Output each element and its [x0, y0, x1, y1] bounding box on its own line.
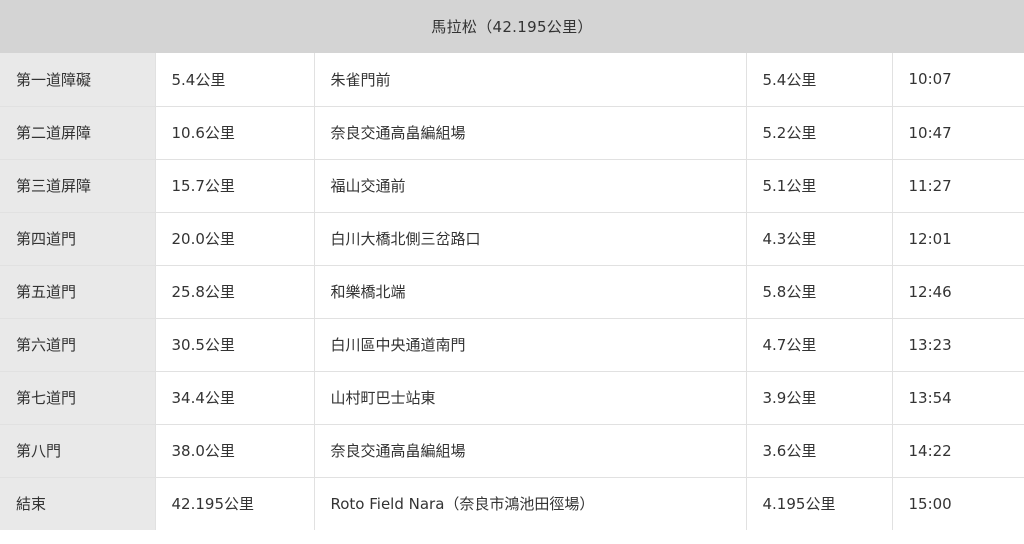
segment-distance: 4.195公里 — [745, 477, 892, 530]
closing-time: 13:54 — [891, 371, 1024, 425]
checkpoint-label: 第七道門 — [0, 371, 155, 425]
page: 馬拉松（42.195公里） 第一道障礙 5.4公里 朱雀門前 5.4公里 10:… — [0, 0, 1024, 544]
cumulative-distance: 25.8公里 — [154, 265, 314, 319]
checkpoint-location: 白川大橋北側三岔路口 — [313, 212, 746, 266]
cumulative-distance: 30.5公里 — [154, 318, 314, 372]
closing-time: 11:27 — [891, 159, 1024, 213]
cumulative-distance: 42.195公里 — [154, 477, 314, 530]
segment-distance: 3.9公里 — [745, 371, 892, 425]
checkpoint-location: 奈良交通高畠編組場 — [313, 106, 746, 160]
checkpoint-location: 朱雀門前 — [313, 53, 746, 107]
closing-time: 10:47 — [891, 106, 1024, 160]
segment-distance: 4.3公里 — [745, 212, 892, 266]
segment-distance: 5.1公里 — [745, 159, 892, 213]
checkpoint-location: Roto Field Nara（奈良市鴻池田徑場） — [313, 477, 746, 530]
checkpoint-location: 奈良交通高畠編組場 — [313, 424, 746, 478]
segment-distance: 5.8公里 — [745, 265, 892, 319]
table-title-text: 馬拉松（42.195公里） — [431, 18, 593, 36]
table-row: 結束 42.195公里 Roto Field Nara（奈良市鴻池田徑場） 4.… — [0, 477, 1024, 530]
checkpoint-label: 第二道屏障 — [0, 106, 155, 160]
closing-time: 12:46 — [891, 265, 1024, 319]
table-row: 第三道屏障 15.7公里 福山交通前 5.1公里 11:27 — [0, 159, 1024, 213]
checkpoint-label: 結束 — [0, 477, 155, 530]
checkpoint-label: 第三道屏障 — [0, 159, 155, 213]
checkpoint-location: 福山交通前 — [313, 159, 746, 213]
checkpoint-location: 山村町巴士站東 — [313, 371, 746, 425]
segment-distance: 4.7公里 — [745, 318, 892, 372]
closing-time: 12:01 — [891, 212, 1024, 266]
table-row: 第七道門 34.4公里 山村町巴士站東 3.9公里 13:54 — [0, 371, 1024, 425]
segment-distance: 3.6公里 — [745, 424, 892, 478]
checkpoint-location: 和樂橋北端 — [313, 265, 746, 319]
table-row: 第六道門 30.5公里 白川區中央通道南門 4.7公里 13:23 — [0, 318, 1024, 372]
closing-time: 14:22 — [891, 424, 1024, 478]
table-title: 馬拉松（42.195公里） — [0, 0, 1024, 53]
cumulative-distance: 15.7公里 — [154, 159, 314, 213]
segment-distance: 5.2公里 — [745, 106, 892, 160]
checkpoint-label: 第八門 — [0, 424, 155, 478]
course-table: 第一道障礙 5.4公里 朱雀門前 5.4公里 10:07 第二道屏障 10.6公… — [0, 53, 1024, 530]
table-row: 第四道門 20.0公里 白川大橋北側三岔路口 4.3公里 12:01 — [0, 212, 1024, 266]
checkpoint-label: 第五道門 — [0, 265, 155, 319]
checkpoint-label: 第一道障礙 — [0, 53, 155, 107]
cumulative-distance: 38.0公里 — [154, 424, 314, 478]
table-row: 第八門 38.0公里 奈良交通高畠編組場 3.6公里 14:22 — [0, 424, 1024, 478]
table-row: 第一道障礙 5.4公里 朱雀門前 5.4公里 10:07 — [0, 53, 1024, 107]
segment-distance: 5.4公里 — [745, 53, 892, 107]
checkpoint-label: 第四道門 — [0, 212, 155, 266]
table-row: 第五道門 25.8公里 和樂橋北端 5.8公里 12:46 — [0, 265, 1024, 319]
closing-time: 13:23 — [891, 318, 1024, 372]
closing-time: 10:07 — [891, 53, 1024, 107]
checkpoint-location: 白川區中央通道南門 — [313, 318, 746, 372]
table-row: 第二道屏障 10.6公里 奈良交通高畠編組場 5.2公里 10:47 — [0, 106, 1024, 160]
closing-time: 15:00 — [891, 477, 1024, 530]
checkpoint-label: 第六道門 — [0, 318, 155, 372]
cumulative-distance: 5.4公里 — [154, 53, 314, 107]
cumulative-distance: 10.6公里 — [154, 106, 314, 160]
cumulative-distance: 34.4公里 — [154, 371, 314, 425]
cumulative-distance: 20.0公里 — [154, 212, 314, 266]
